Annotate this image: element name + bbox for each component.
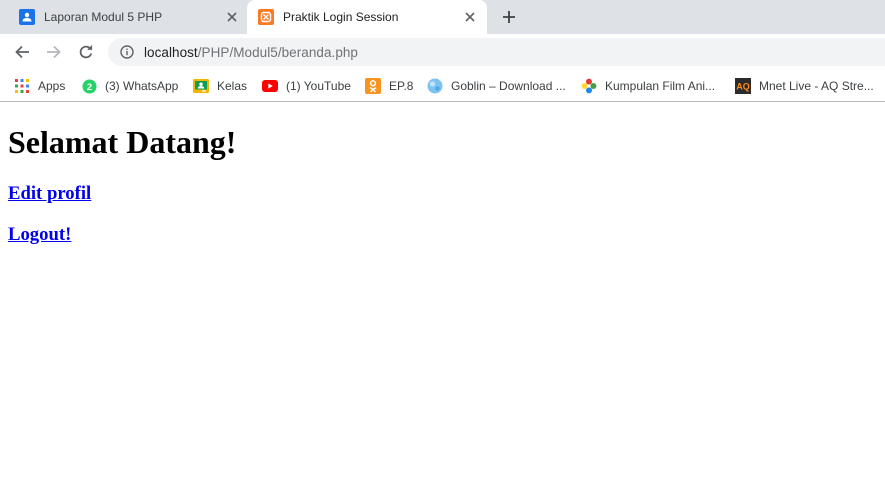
aq-icon: AQ	[735, 78, 751, 94]
close-icon[interactable]	[462, 9, 478, 25]
forward-button[interactable]	[42, 40, 66, 64]
back-button[interactable]	[10, 40, 34, 64]
page-title: Selamat Datang!	[8, 124, 237, 160]
xampp-icon	[258, 9, 274, 25]
edit-profile-link[interactable]: Edit profil	[8, 183, 91, 204]
bookmark-apps[interactable]: Apps	[14, 76, 65, 96]
close-icon[interactable]	[224, 9, 240, 25]
bookmark-kumpulan-film[interactable]: Kumpulan Film Ani...	[581, 76, 715, 96]
address-bar[interactable]: localhost/PHP/Modul5/beranda.php	[108, 38, 885, 66]
bookmark-label: EP.8	[389, 79, 414, 93]
new-tab-button[interactable]	[499, 7, 519, 27]
tab-laporan-modul-5[interactable]: Laporan Modul 5 PHP	[8, 0, 246, 34]
classroom-icon	[193, 78, 209, 94]
tab-title: Praktik Login Session	[283, 10, 399, 24]
bookmark-label: Kelas	[217, 79, 248, 93]
reload-icon	[79, 45, 93, 59]
logout-link[interactable]: Logout!	[8, 224, 71, 245]
bookmark-kelas[interactable]: Kelas	[193, 76, 247, 96]
url-path: /PHP/Modul5/beranda.php	[197, 44, 358, 60]
bookmark-label: Mnet Live - AQ Stre...	[759, 79, 874, 93]
pinwheel-icon	[581, 78, 597, 94]
arrow-left-icon	[15, 45, 29, 59]
reload-button[interactable]	[74, 40, 98, 64]
bookmark-label: (1) YouTube	[286, 79, 351, 93]
ok-icon	[365, 78, 381, 94]
tab-strip: Laporan Modul 5 PHP Praktik Login Sessio…	[0, 0, 885, 34]
svg-text:AQ: AQ	[736, 82, 750, 92]
globe-icon	[427, 78, 443, 94]
tab-praktik-login-session[interactable]: Praktik Login Session	[247, 0, 487, 34]
url-host: localhost	[144, 44, 198, 60]
browser-toolbar: localhost/PHP/Modul5/beranda.php	[0, 34, 885, 70]
youtube-icon	[262, 78, 278, 94]
page-content: Selamat Datang! Edit profil Logout!	[0, 103, 885, 487]
logout-heading: Logout!	[8, 224, 71, 246]
bookmark-label: (3) WhatsApp	[105, 79, 179, 93]
bookmark-ep8[interactable]: EP.8	[365, 76, 413, 96]
edit-profile-heading: Edit profil	[8, 183, 91, 205]
whatsapp-icon: 2	[81, 78, 97, 94]
bookmark-label: Kumpulan Film Ani...	[605, 79, 716, 93]
bookmarks-bar: Apps 2 (3) WhatsApp Kelas (1) YouTube EP…	[0, 70, 885, 102]
apps-grid-icon	[14, 78, 30, 94]
arrow-right-icon	[47, 45, 61, 59]
bookmark-goblin[interactable]: Goblin – Download ...	[427, 76, 566, 96]
info-icon[interactable]	[119, 44, 135, 60]
user-badge-icon	[19, 9, 35, 25]
bookmark-label: Apps	[38, 79, 66, 93]
svg-text:2: 2	[86, 82, 91, 93]
bookmark-whatsapp[interactable]: 2 (3) WhatsApp	[81, 76, 178, 96]
tab-title: Laporan Modul 5 PHP	[44, 10, 163, 24]
bookmark-label: Goblin – Download ...	[451, 79, 566, 93]
url-text: localhost/PHP/Modul5/beranda.php	[144, 45, 358, 60]
bookmark-youtube[interactable]: (1) YouTube	[262, 76, 351, 96]
bookmark-mnet-live[interactable]: AQ Mnet Live - AQ Stre...	[735, 76, 874, 96]
